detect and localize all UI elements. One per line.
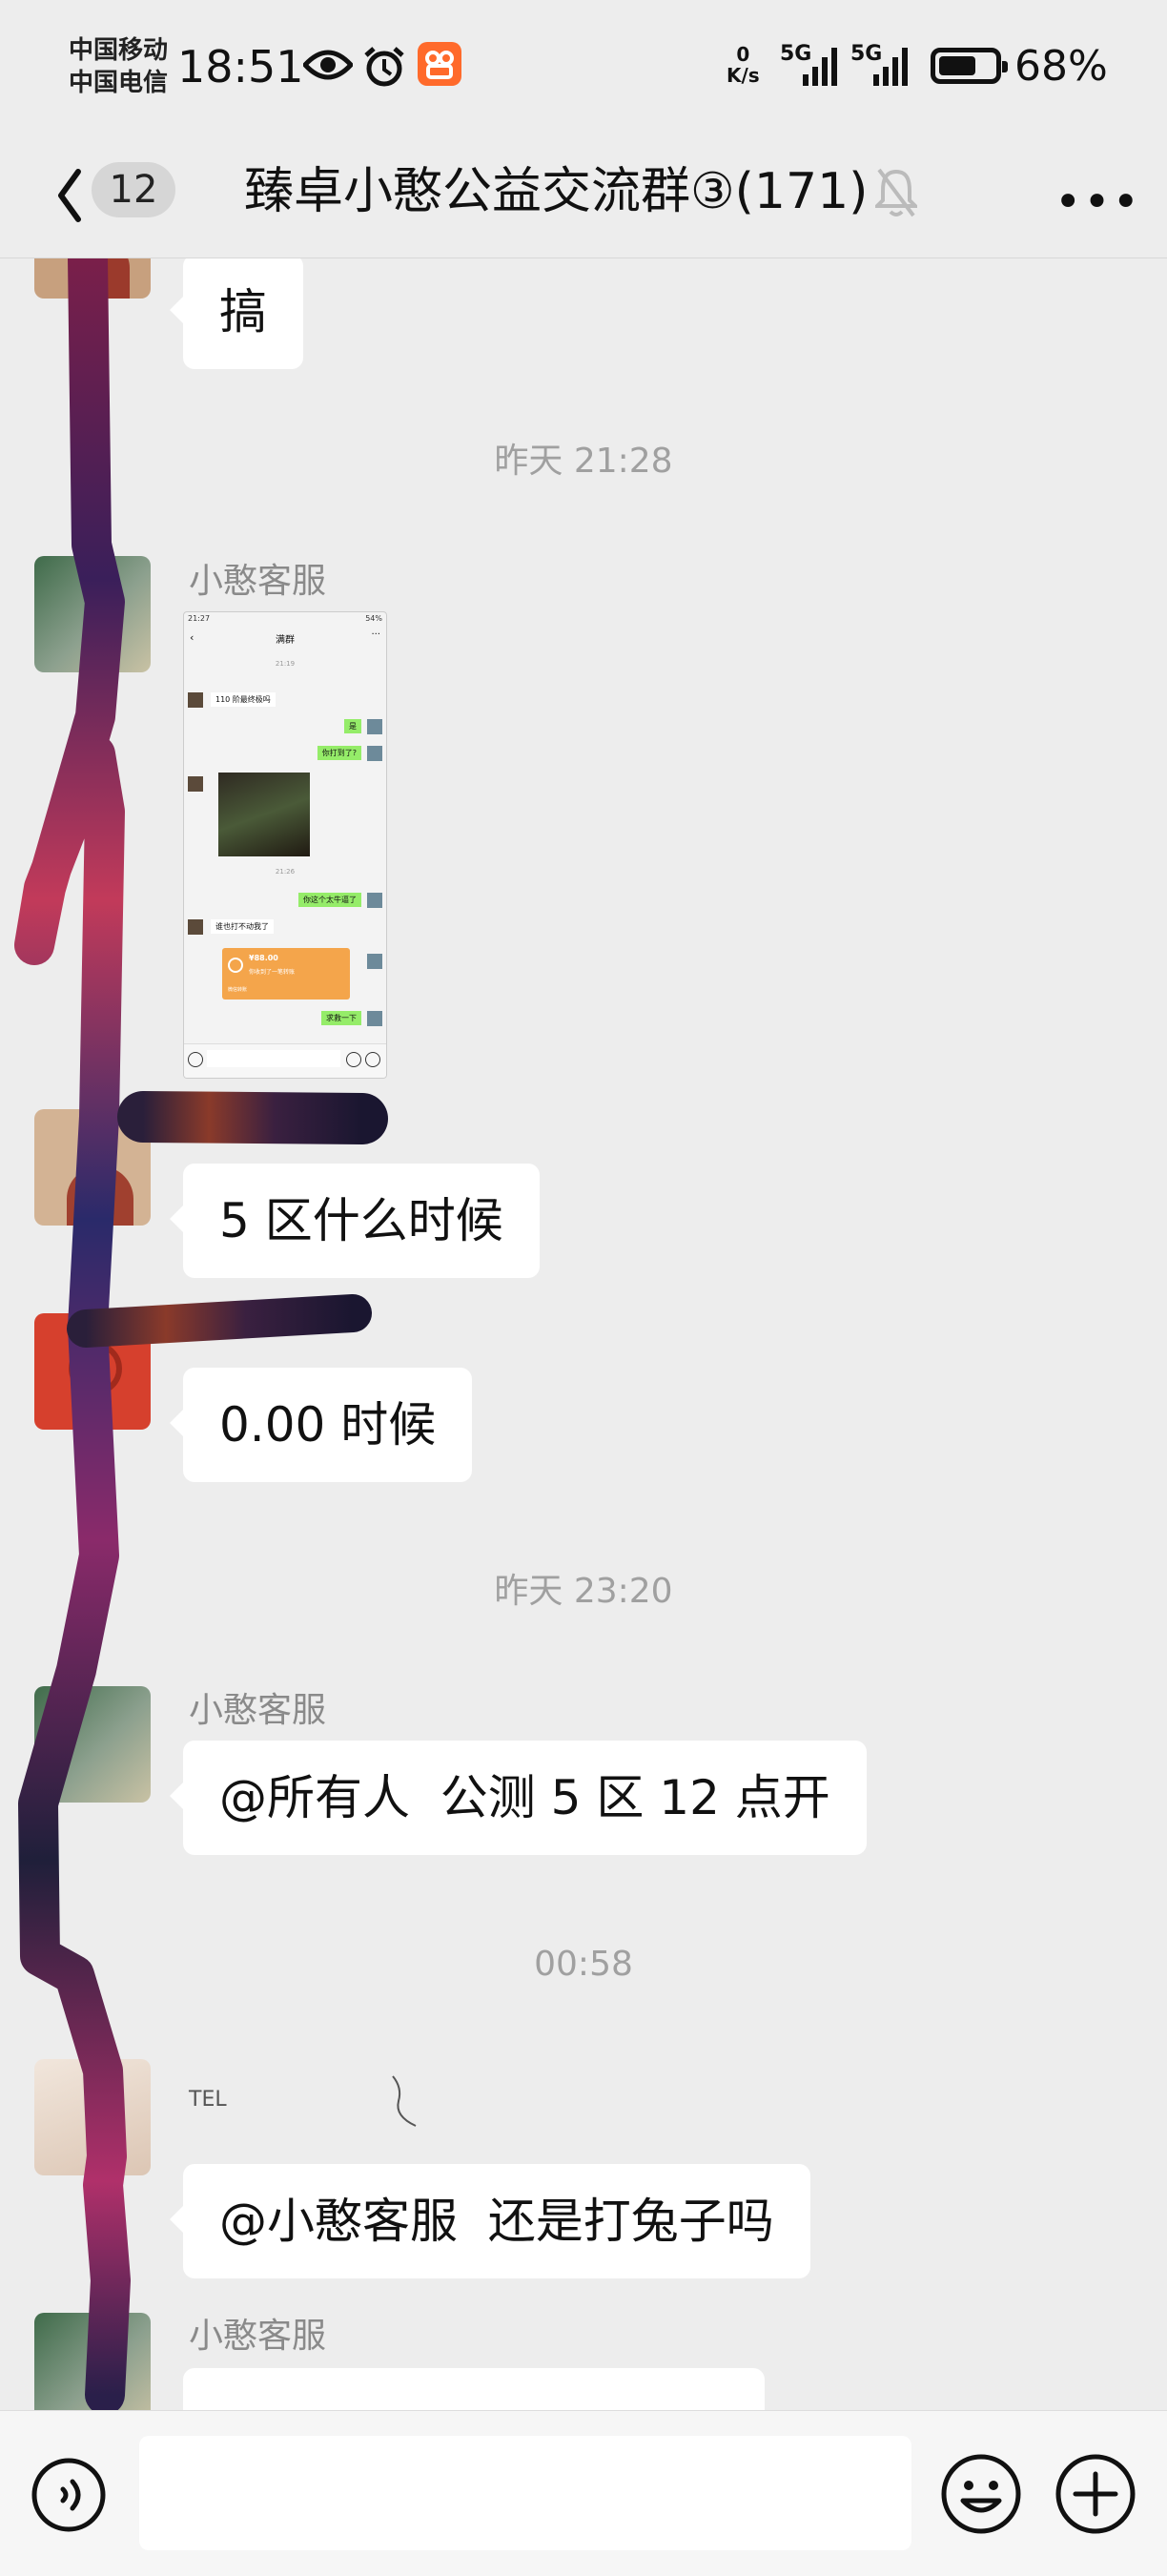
message-bubble[interactable] [183,2368,765,2410]
timestamp: 昨天 23:20 [494,1572,673,1611]
shot-avatar [188,776,203,792]
emoji-icon[interactable] [940,2453,1022,2535]
voice-icon[interactable] [31,2457,107,2533]
timestamp: 昨天 21:28 [494,442,673,481]
avatar[interactable] [34,258,151,299]
chat-title: 臻卓小憨公益交流群③(171) [244,163,869,220]
shot-message: 谁也打不动我了 [211,919,274,934]
shot-timestamp: 21:19 [275,660,296,668]
message-bubble[interactable]: @小憨客服 还是打兔子吗 [170,2164,810,2278]
unread-count-badge[interactable]: 12 [92,162,175,217]
avatar[interactable] [34,2059,151,2175]
battery-fill [939,56,975,75]
clock: 18:51 [177,41,304,93]
app-notification-icon [418,42,461,86]
net-speed: 0 K/s [727,44,760,86]
battery-icon [931,48,1008,84]
carrier-2: 中国电信 [69,69,169,97]
status-bar: 中国移动 中国电信 18:51 0 K/s 5G 5G 68% [0,0,1167,134]
input-bar [0,2410,1167,2576]
shot-plus-icon [365,1052,380,1067]
shot-message: 你这个太牛逼了 [298,893,361,907]
shot-message: 是 [344,719,361,733]
shot-message: 110 阶最终极吗 [211,692,276,707]
redaction-overlay [14,258,388,2410]
message-bubble[interactable]: 搞 [170,258,303,369]
more-dots-icon[interactable]: ••• [1054,175,1141,229]
shot-avatar [367,954,382,969]
message-bubble[interactable]: @所有人 公测 5 区 12 点开 [170,1741,867,1855]
shot-transfer-note: 你收到了一笔转账 [249,969,296,976]
sender-name: 小憨客服 [189,2317,327,2356]
shot-timestamp: 21:26 [275,868,296,876]
carrier-1: 中国移动 [69,36,169,65]
shot-more-icon: ··· [371,629,380,640]
shot-message: 求救一下 [321,1011,361,1025]
shot-avatar [367,893,382,908]
alarm-icon [364,47,404,87]
message-bubble[interactable]: 5 区什么时候 [170,1164,540,1278]
sender-name: TEL [189,2088,227,2112]
avatar[interactable] [34,1313,151,1430]
chat-header: 12 臻卓小憨公益交流群③(171) ••• [0,134,1167,258]
shot-message: 你打到了? [317,746,361,760]
signal-icon [873,48,908,86]
shot-avatar [367,746,382,761]
shot-game-image [218,773,310,856]
shot-transfer-amount: ¥88.00 [249,954,278,962]
shot-status-time: 21:27 [188,614,211,623]
plus-circle-icon[interactable] [1054,2453,1136,2535]
eye-icon [303,50,353,80]
bell-muted-icon [875,168,917,217]
message-input[interactable] [139,2436,911,2550]
avatar[interactable] [34,1109,151,1226]
signal-icon [803,48,837,86]
shot-back-icon: ‹ [190,631,194,644]
message-bubble[interactable]: 0.00 时候 [169,1368,473,1482]
shot-emoji-icon [346,1052,361,1067]
shot-avatar [367,1011,382,1026]
shot-input-bar [184,1043,386,1078]
avatar[interactable] [34,2313,151,2410]
shot-avatar [188,919,203,935]
sender-name: 小憨客服 [189,1691,327,1730]
shot-text-box [207,1050,340,1067]
net-speed-value: 0 [736,43,750,66]
shot-title: 满群 [276,635,295,646]
net-speed-unit: K/s [727,64,760,87]
carrier-names: 中国移动 中国电信 [69,34,168,99]
avatar-figure [67,1166,133,1226]
avatar-figure [72,258,130,299]
avatar[interactable] [34,1686,151,1803]
message-list[interactable]: 搞 昨天 21:28 小憨客服 21:27 54% 满群 ‹ ··· 21:19… [0,258,1167,2410]
shot-status-battery: 54% [365,614,382,623]
shot-transfer-card: ¥88.00 你收到了一笔转账 微信转账 [222,948,350,999]
shot-transfer-icon [228,958,243,973]
avatar[interactable] [34,556,151,672]
shot-transfer-label: 微信转账 [228,987,248,993]
timestamp: 00:58 [534,1945,633,1984]
shot-voice-icon [188,1052,203,1067]
shared-screenshot-image[interactable]: 21:27 54% 满群 ‹ ··· 21:19 110 阶最终极吗 是 你打到… [183,611,387,1079]
shot-avatar [367,719,382,734]
avatar-figure [69,1342,122,1395]
battery-percent: 68% [1014,42,1108,91]
shot-avatar [188,692,203,708]
sender-name: 小憨客服 [189,562,327,601]
decorative-squiggle [392,2075,417,2127]
